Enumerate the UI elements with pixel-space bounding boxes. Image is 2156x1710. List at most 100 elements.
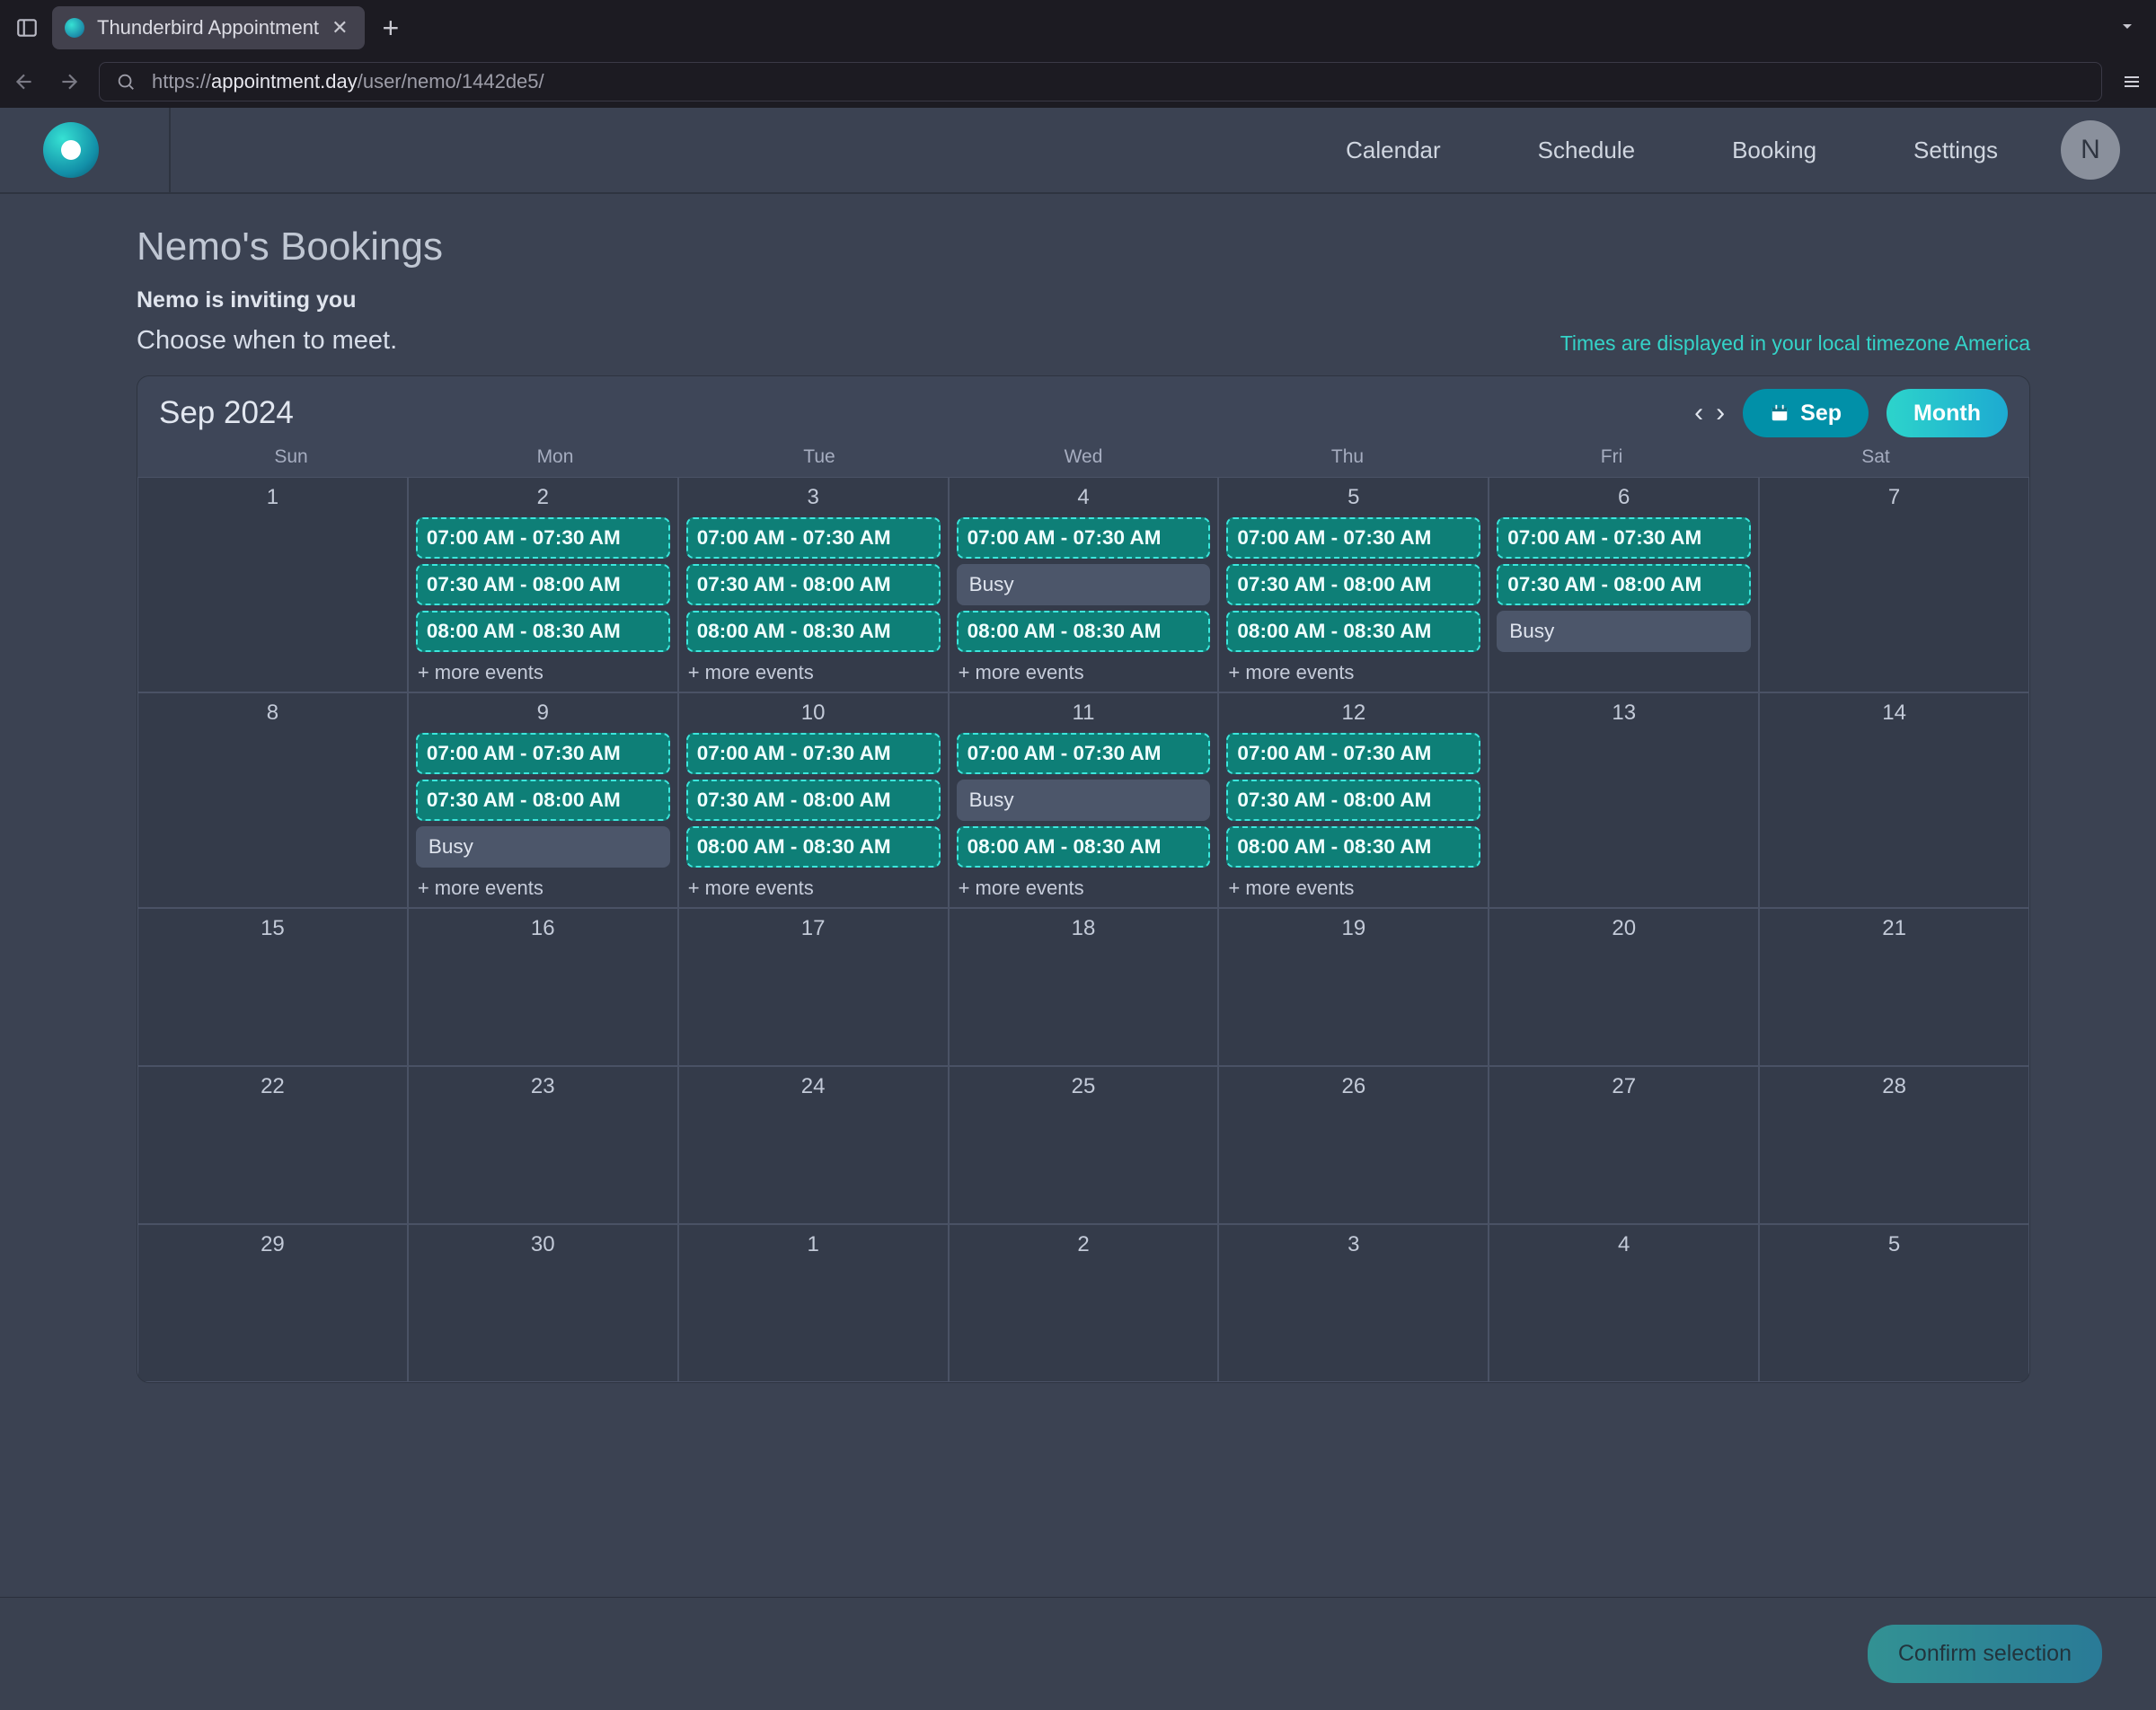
calendar-cell[interactable]: 1207:00 AM - 07:30 AM07:30 AM - 08:00 AM… bbox=[1218, 692, 1489, 908]
tab-list-dropdown-icon[interactable] bbox=[2116, 15, 2156, 41]
calendar-cell[interactable]: 3 bbox=[1218, 1224, 1489, 1382]
browser-tab[interactable]: Thunderbird Appointment ✕ bbox=[52, 6, 365, 49]
sidebar-toggle-icon[interactable] bbox=[11, 12, 43, 44]
time-slot[interactable]: 08:00 AM - 08:30 AM bbox=[957, 611, 1211, 652]
calendar-cell[interactable]: 2 bbox=[949, 1224, 1219, 1382]
url-text: https://appointment.day/user/nemo/1442de… bbox=[152, 70, 544, 93]
time-slot[interactable]: 07:00 AM - 07:30 AM bbox=[686, 733, 941, 774]
more-events-link[interactable]: + more events bbox=[957, 657, 1211, 686]
calendar-cell[interactable]: 16 bbox=[408, 908, 678, 1066]
time-slot[interactable]: 07:30 AM - 08:00 AM bbox=[686, 564, 941, 605]
calendar-cell[interactable]: 20 bbox=[1489, 908, 1759, 1066]
calendar-cell[interactable]: 8 bbox=[137, 692, 408, 908]
time-slot[interactable]: 07:00 AM - 07:30 AM bbox=[686, 517, 941, 559]
time-slot[interactable]: 07:30 AM - 08:00 AM bbox=[686, 780, 941, 821]
time-slot[interactable]: 07:30 AM - 08:00 AM bbox=[1226, 780, 1480, 821]
time-slot[interactable]: 08:00 AM - 08:30 AM bbox=[686, 611, 941, 652]
busy-block: Busy bbox=[957, 564, 1211, 605]
calendar-cell[interactable]: 407:00 AM - 07:30 AMBusy08:00 AM - 08:30… bbox=[949, 477, 1219, 692]
more-events-link[interactable]: + more events bbox=[416, 873, 670, 902]
calendar-cell[interactable]: 17 bbox=[678, 908, 949, 1066]
calendar-cell[interactable]: 1 bbox=[137, 477, 408, 692]
month-selector-pill[interactable]: Sep bbox=[1743, 389, 1869, 437]
busy-block: Busy bbox=[416, 826, 670, 868]
tab-close-icon[interactable]: ✕ bbox=[331, 16, 348, 40]
time-slot[interactable]: 08:00 AM - 08:30 AM bbox=[686, 826, 941, 868]
time-slot[interactable]: 07:00 AM - 07:30 AM bbox=[416, 733, 670, 774]
time-slot[interactable]: 07:00 AM - 07:30 AM bbox=[416, 517, 670, 559]
nav-settings[interactable]: Settings bbox=[1913, 137, 1998, 164]
month-selector-label: Sep bbox=[1800, 401, 1842, 427]
time-slot[interactable]: 08:00 AM - 08:30 AM bbox=[416, 611, 670, 652]
more-events-link[interactable]: + more events bbox=[686, 657, 941, 686]
calendar-grid: 1207:00 AM - 07:30 AM07:30 AM - 08:00 AM… bbox=[137, 477, 2029, 1382]
time-slot[interactable]: 07:00 AM - 07:30 AM bbox=[1226, 733, 1480, 774]
time-slot[interactable]: 08:00 AM - 08:30 AM bbox=[957, 826, 1211, 868]
more-events-link[interactable]: + more events bbox=[1226, 873, 1480, 902]
calendar-cell[interactable]: 5 07:00 AM - 07:30 AM 07:30 AM - 08:00 AM 0… bbox=[1218, 477, 1489, 692]
calendar-cell[interactable]: 1 bbox=[678, 1224, 949, 1382]
day-number: 24 bbox=[686, 1074, 941, 1099]
time-slot[interactable]: 07:00 AM - 07:30 AM bbox=[957, 517, 1211, 559]
calendar-cell[interactable]: 307:00 AM - 07:30 AM07:30 AM - 08:00 AM0… bbox=[678, 477, 949, 692]
more-events-link[interactable]: + more events bbox=[957, 873, 1211, 902]
new-tab-icon[interactable]: + bbox=[374, 12, 409, 45]
time-slot[interactable]: 07:30 AM - 08:00 AM bbox=[416, 564, 670, 605]
calendar-cell[interactable]: 25 bbox=[949, 1066, 1219, 1224]
next-month-icon[interactable]: › bbox=[1716, 398, 1725, 428]
calendar-cell[interactable]: 10 07:00 AM - 07:30 AM 07:30 AM - 08:00 AM… bbox=[678, 692, 949, 908]
calendar-cell[interactable]: 18 bbox=[949, 908, 1219, 1066]
confirm-selection-button[interactable]: Confirm selection bbox=[1868, 1625, 2102, 1683]
time-slot[interactable]: 07:30 AM - 08:00 AM bbox=[1226, 564, 1480, 605]
url-bar[interactable]: https://appointment.day/user/nemo/1442de… bbox=[99, 62, 2102, 101]
calendar-cell[interactable]: 29 bbox=[137, 1224, 408, 1382]
time-slot[interactable]: 08:00 AM - 08:30 AM bbox=[1226, 611, 1480, 652]
calendar-cell[interactable]: 21 bbox=[1759, 908, 2029, 1066]
avatar[interactable]: N bbox=[2061, 120, 2120, 180]
calendar-cell[interactable]: 207:00 AM - 07:30 AM07:30 AM - 08:00 AM0… bbox=[408, 477, 678, 692]
inviting-text: Nemo is inviting you bbox=[137, 287, 2030, 313]
back-icon[interactable] bbox=[9, 66, 40, 97]
day-number: 5 bbox=[1226, 485, 1480, 510]
time-slot[interactable]: 08:00 AM - 08:30 AM bbox=[1226, 826, 1480, 868]
hamburger-menu-icon[interactable] bbox=[2116, 71, 2147, 93]
calendar-cell[interactable]: 15 bbox=[137, 908, 408, 1066]
calendar-cell[interactable]: 14 bbox=[1759, 692, 2029, 908]
forward-icon[interactable] bbox=[54, 66, 84, 97]
more-events-link[interactable]: + more events bbox=[416, 657, 670, 686]
calendar-cell[interactable]: 22 bbox=[137, 1066, 408, 1224]
calendar-cell[interactable]: 5 bbox=[1759, 1224, 2029, 1382]
calendar-cell[interactable]: 27 bbox=[1489, 1066, 1759, 1224]
calendar-cell[interactable]: 28 bbox=[1759, 1066, 2029, 1224]
calendar-cell[interactable]: 13 bbox=[1489, 692, 1759, 908]
more-events-link[interactable]: + more events bbox=[1226, 657, 1480, 686]
day-number: 8 bbox=[146, 701, 400, 726]
day-number: 10 bbox=[686, 701, 941, 726]
time-slot[interactable]: 07:00 AM - 07:30 AM bbox=[957, 733, 1211, 774]
nav-schedule[interactable]: Schedule bbox=[1538, 137, 1635, 164]
calendar-cell[interactable]: 1107:00 AM - 07:30 AMBusy08:00 AM - 08:3… bbox=[949, 692, 1219, 908]
more-events-link[interactable]: + more events bbox=[686, 873, 941, 902]
logo-wrap bbox=[0, 108, 171, 192]
day-number: 1 bbox=[686, 1232, 941, 1257]
time-slot[interactable]: 07:00 AM - 07:30 AM bbox=[1226, 517, 1480, 559]
calendar-cell[interactable]: 23 bbox=[408, 1066, 678, 1224]
app-logo-icon[interactable] bbox=[43, 122, 99, 178]
calendar-cell[interactable]: 607:00 AM - 07:30 AM07:30 AM - 08:00 AMB… bbox=[1489, 477, 1759, 692]
nav-calendar[interactable]: Calendar bbox=[1346, 137, 1441, 164]
time-slot[interactable]: 07:30 AM - 08:00 AM bbox=[416, 780, 670, 821]
calendar-cell[interactable]: 24 bbox=[678, 1066, 949, 1224]
calendar-cell[interactable]: 26 bbox=[1218, 1066, 1489, 1224]
calendar-cell[interactable]: 19 bbox=[1218, 908, 1489, 1066]
calendar-cell[interactable]: 4 bbox=[1489, 1224, 1759, 1382]
calendar-cell[interactable]: 30 bbox=[408, 1224, 678, 1382]
prev-month-icon[interactable]: ‹ bbox=[1694, 398, 1703, 428]
calendar-cell[interactable]: 7 bbox=[1759, 477, 2029, 692]
time-slot[interactable]: 07:30 AM - 08:00 AM bbox=[1497, 564, 1751, 605]
time-slot[interactable]: 07:00 AM - 07:30 AM bbox=[1497, 517, 1751, 559]
calendar-header: Sep 2024 ‹ › Sep Month bbox=[137, 376, 2029, 477]
day-number: 14 bbox=[1767, 701, 2021, 726]
view-toggle-pill[interactable]: Month bbox=[1886, 389, 2008, 437]
nav-booking[interactable]: Booking bbox=[1732, 137, 1816, 164]
calendar-cell[interactable]: 907:00 AM - 07:30 AM07:30 AM - 08:00 AMB… bbox=[408, 692, 678, 908]
